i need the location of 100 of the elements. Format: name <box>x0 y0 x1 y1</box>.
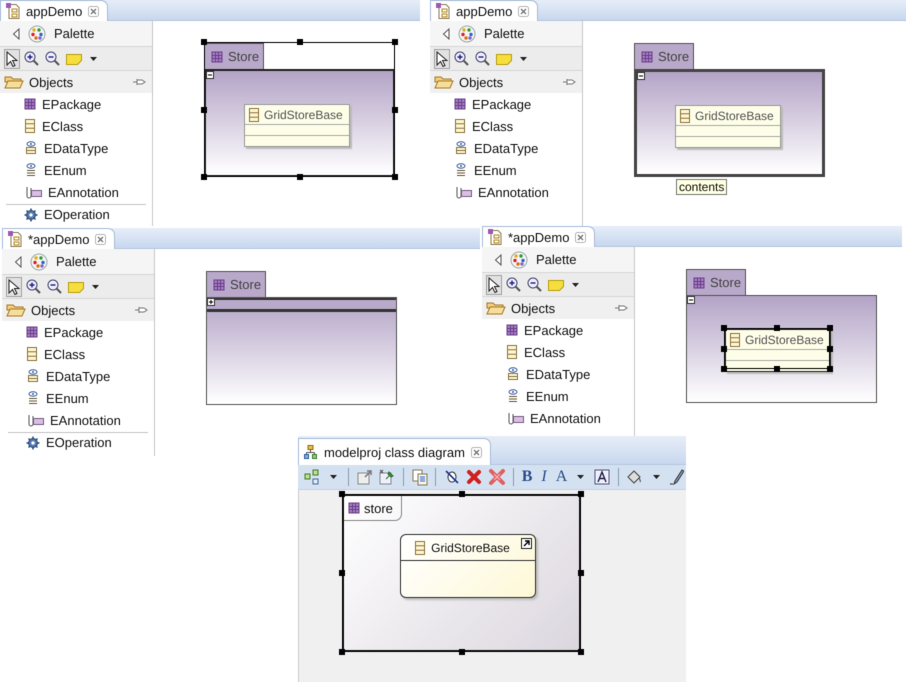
tool-button[interactable] <box>45 276 64 296</box>
resize-handle[interactable] <box>827 346 833 352</box>
toolbar-button[interactable]: A <box>554 467 569 487</box>
compartment-bar[interactable] <box>207 298 396 312</box>
palette-item[interactable]: EDataType <box>2 365 154 387</box>
close-icon[interactable] <box>575 232 586 242</box>
resize-handle[interactable] <box>297 39 303 45</box>
copy-format-icon[interactable] <box>412 468 428 486</box>
palette-item[interactable]: EAnnotation <box>430 181 582 203</box>
resize-handle[interactable] <box>578 570 584 576</box>
collapse-arrow-icon[interactable] <box>494 254 502 266</box>
package-tab[interactable]: Store <box>206 271 266 297</box>
package-body[interactable]: GridStoreBase <box>204 69 395 177</box>
palette-item[interactable]: EAnnotation <box>0 181 152 203</box>
package-body[interactable]: GridStoreBase <box>634 69 825 177</box>
caret-icon[interactable] <box>330 475 337 479</box>
toolbar-button[interactable]: I <box>537 467 552 487</box>
package-body[interactable]: GridStoreBase <box>686 295 877 403</box>
class-box[interactable]: GridStoreBase <box>400 534 536 598</box>
resize-handle[interactable] <box>459 649 465 655</box>
tool-button[interactable] <box>525 274 544 294</box>
close-icon[interactable] <box>518 6 530 16</box>
resize-handle[interactable] <box>774 325 780 331</box>
paint-bucket-icon[interactable] <box>626 469 642 485</box>
package-tab[interactable]: Store <box>634 43 694 69</box>
resize-handle[interactable] <box>578 649 584 655</box>
tool-button[interactable] <box>434 48 450 68</box>
palette-item[interactable]: EClass <box>0 115 152 137</box>
resize-handle[interactable] <box>339 570 345 576</box>
tool-button[interactable] <box>22 48 41 68</box>
palette-item[interactable]: EDataType <box>0 137 152 159</box>
resize-handle[interactable] <box>721 325 727 331</box>
drawer-header[interactable]: Objects <box>2 299 154 321</box>
palette-item[interactable]: EClass <box>482 341 634 363</box>
expand-icon[interactable] <box>207 298 215 306</box>
collapse-arrow-icon[interactable] <box>442 28 450 40</box>
resize-handle[interactable] <box>392 107 398 113</box>
hide-icon[interactable] <box>444 469 460 485</box>
toolbar-button[interactable]: B <box>520 467 534 487</box>
palette-item[interactable]: EDataType <box>482 363 634 385</box>
close-icon[interactable] <box>470 446 482 458</box>
palette-item[interactable]: EPackage <box>2 321 154 343</box>
palette-item[interactable]: EClass <box>430 115 582 137</box>
tool-button[interactable] <box>4 48 20 68</box>
resize-handle[interactable] <box>339 491 345 497</box>
palette-item[interactable]: EPackage <box>0 93 152 115</box>
pin-icon[interactable] <box>378 468 396 486</box>
pen-icon[interactable] <box>670 469 684 485</box>
palette-item[interactable]: EOperation <box>8 432 148 450</box>
editor-tab[interactable]: appDemo <box>430 0 538 21</box>
editor-tab[interactable]: appDemo <box>0 0 108 21</box>
tool-button[interactable] <box>452 48 471 68</box>
resize-handle[interactable] <box>827 325 833 331</box>
resize-handle[interactable] <box>201 174 207 180</box>
resize-handle[interactable] <box>392 39 398 45</box>
resize-handle[interactable] <box>459 491 465 497</box>
caret-icon[interactable] <box>577 475 584 479</box>
window-arrow-icon[interactable] <box>356 469 373 485</box>
palette-item[interactable]: EDataType <box>430 137 582 159</box>
tool-button[interactable] <box>486 274 502 294</box>
resize-handle[interactable] <box>774 366 780 372</box>
collapse-icon[interactable] <box>687 296 695 304</box>
class-box[interactable]: GridStoreBase <box>675 105 781 148</box>
tool-button[interactable] <box>6 276 22 296</box>
pin-icon[interactable] <box>614 303 628 313</box>
resize-handle[interactable] <box>201 107 207 113</box>
palette-item[interactable]: EPackage <box>430 93 582 115</box>
layout-icon[interactable] <box>304 469 320 485</box>
palette-item[interactable]: EEnum <box>2 387 154 409</box>
close-icon[interactable] <box>95 234 106 244</box>
drawer-header[interactable]: Objects <box>430 71 582 93</box>
resize-handle[interactable] <box>827 366 833 372</box>
editor-tab[interactable]: *appDemo <box>2 228 116 249</box>
palette-item[interactable]: EEnum <box>0 159 152 181</box>
resize-handle[interactable] <box>721 366 727 372</box>
resize-handle[interactable] <box>721 346 727 352</box>
resize-handle[interactable] <box>297 174 303 180</box>
tool-button[interactable] <box>43 48 62 68</box>
pin-icon[interactable] <box>562 77 576 87</box>
tool-button[interactable] <box>473 48 492 68</box>
editor-tab[interactable]: modelproj class diagram <box>298 438 491 465</box>
tool-button[interactable] <box>24 276 43 296</box>
palette-item[interactable]: EPackage <box>482 319 634 341</box>
palette-item[interactable]: EClass <box>2 343 154 365</box>
resize-handle[interactable] <box>578 491 584 497</box>
palette-item[interactable]: EAnnotation <box>2 409 154 431</box>
pin-icon[interactable] <box>134 305 148 315</box>
package-frame[interactable]: store GridStoreBase <box>342 494 581 652</box>
drawer-header[interactable]: Objects <box>0 71 152 93</box>
pin-icon[interactable] <box>132 77 146 87</box>
palette-item[interactable]: EEnum <box>430 159 582 181</box>
delete-model-icon[interactable] <box>488 468 506 486</box>
resize-handle[interactable] <box>392 174 398 180</box>
class-box[interactable]: GridStoreBase <box>244 104 350 147</box>
close-icon[interactable] <box>88 6 100 16</box>
palette-item[interactable]: EOperation <box>6 204 146 222</box>
palette-item[interactable]: EAnnotation <box>482 407 634 429</box>
palette-item[interactable]: EEnum <box>482 385 634 407</box>
package-tab[interactable]: Store <box>686 269 746 295</box>
drawer-header[interactable]: Objects <box>482 297 634 319</box>
